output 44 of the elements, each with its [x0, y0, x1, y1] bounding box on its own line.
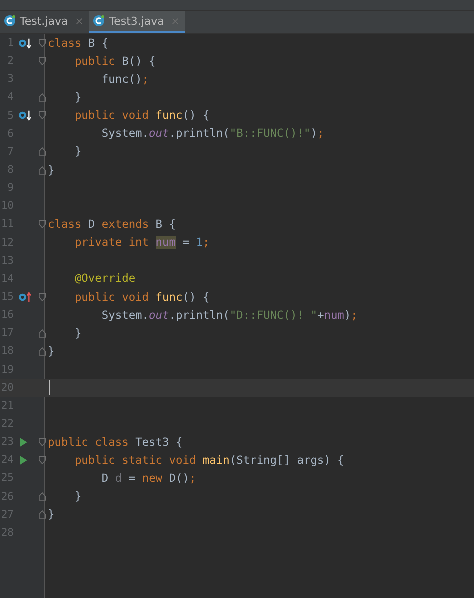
- fold-end-icon[interactable]: [38, 346, 46, 356]
- close-icon[interactable]: [76, 18, 84, 24]
- code-line: public class Test3 {: [48, 436, 183, 449]
- override-up-arrow-icon[interactable]: [18, 292, 33, 303]
- fold-end-icon[interactable]: [38, 92, 46, 102]
- class-file-icon: [93, 15, 106, 27]
- code-line: func();: [100, 72, 150, 86]
- class-file-icon: [4, 15, 16, 27]
- fold-icon[interactable]: [38, 111, 46, 120]
- code-line: @Override: [74, 272, 136, 286]
- code-line: class B {: [48, 36, 109, 50]
- code-line: private int num = 1;: [74, 236, 210, 250]
- fold-icon[interactable]: [38, 220, 46, 229]
- fold-icon[interactable]: [38, 56, 46, 66]
- code-line: }: [74, 90, 82, 104]
- code-line: }: [48, 344, 55, 358]
- code-line: System.out.println("B::FUNC()!");: [100, 127, 324, 140]
- fold-end-icon[interactable]: [38, 492, 46, 502]
- close-icon[interactable]: [172, 18, 180, 24]
- fold-end-icon[interactable]: [38, 510, 46, 520]
- code-line: public static void main(String[] args) {: [74, 454, 344, 467]
- code-line: }: [74, 490, 82, 504]
- text-cursor: [49, 380, 50, 396]
- fold-icon[interactable]: [38, 438, 46, 447]
- code-line: System.out.println("D::FUNC()! "+num);: [100, 308, 358, 322]
- code-line: }: [74, 326, 82, 340]
- code-line: public void func() {: [74, 290, 210, 304]
- implemented-down-arrow-icon[interactable]: [18, 110, 33, 122]
- fold-icon[interactable]: [38, 292, 46, 302]
- code-line: public B() {: [74, 54, 156, 68]
- fold-end-icon[interactable]: [38, 147, 46, 156]
- fold-end-icon[interactable]: [38, 328, 46, 338]
- code-line: public void func() {: [74, 109, 210, 122]
- code-line: }: [48, 164, 55, 177]
- code-line: class D extends B {: [48, 218, 176, 231]
- implemented-down-arrow-icon[interactable]: [18, 38, 33, 49]
- file-tab[interactable]: Test3.java: [89, 11, 186, 33]
- code-line: D d = new D();: [100, 472, 196, 485]
- file-tab[interactable]: Test.java: [0, 11, 90, 33]
- fold-end-icon[interactable]: [38, 166, 46, 175]
- code-line: }: [48, 508, 55, 522]
- fold-icon[interactable]: [38, 456, 46, 465]
- code-line: }: [74, 145, 82, 158]
- fold-icon[interactable]: [38, 38, 46, 48]
